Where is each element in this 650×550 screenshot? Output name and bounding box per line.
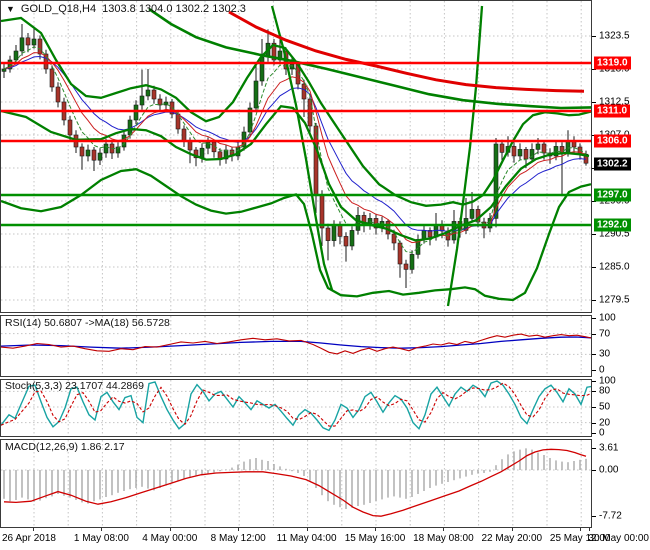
- axis-tick-mark: [592, 370, 596, 371]
- macd-tick-label: 3.61: [599, 442, 619, 454]
- time-tick-mark: [375, 528, 376, 531]
- time-tick-mark: [101, 528, 103, 531]
- rsi-tick-label: 30: [599, 348, 611, 360]
- time-tick-mark: [580, 528, 582, 531]
- axis-tick-mark: [592, 102, 596, 103]
- price-tick-label: 1279.5: [599, 294, 630, 306]
- date-tick-label: 11 May 04:00: [276, 533, 337, 544]
- axis-tick-mark: [592, 267, 596, 268]
- date-tick-label: 22 May 20:00: [481, 533, 543, 544]
- time-tick-mark: [169, 528, 171, 531]
- time-tick-mark: [589, 528, 590, 531]
- time-tick-mark: [33, 528, 34, 531]
- price-level-badge: 1311.0: [594, 104, 631, 118]
- price-level-badge: 1319.0: [594, 56, 631, 70]
- price-tick-label: 1323.5: [599, 30, 630, 42]
- stochastic-label: Stoch(5,3,3) 23.1707 44.2869: [5, 380, 144, 392]
- axis-tick-mark: [592, 433, 596, 434]
- price-axis: 1323.51318.01312.51307.01301.51296.01290…: [592, 0, 650, 550]
- macd-canvas[interactable]: [1, 440, 591, 527]
- axis-tick-mark: [592, 333, 596, 335]
- axis-tick-mark: [592, 422, 596, 424]
- rsi-tick-label: 70: [599, 328, 611, 340]
- axis-tick-mark: [592, 354, 596, 356]
- current-price-badge: 1302.2: [594, 157, 631, 171]
- main-chart-panel[interactable]: [0, 0, 592, 313]
- time-tick-mark: [511, 528, 513, 531]
- axis-tick-mark: [592, 381, 596, 382]
- symbol-dropdown-icon[interactable]: ▼: [6, 4, 15, 14]
- time-tick-mark: [306, 528, 308, 531]
- axis-tick-mark: [592, 516, 596, 518]
- symbol-label: GOLD_Q18,H4: [20, 3, 97, 15]
- date-tick-label: 30 May 00:00: [588, 533, 649, 544]
- price-tick-label: 1285.0: [599, 261, 630, 273]
- axis-tick-mark: [592, 470, 596, 471]
- axis-tick-mark: [592, 407, 596, 408]
- axis-tick-mark: [592, 234, 596, 235]
- main-chart-canvas[interactable]: [1, 1, 591, 312]
- axis-tick-mark: [592, 36, 596, 37]
- axis-tick-mark: [592, 318, 596, 319]
- price-level-badge: 1306.0: [594, 134, 631, 148]
- time-axis: 26 Apr 2018 1 May 08:00 4 May 00:00 8 May 1…: [0, 528, 650, 550]
- stoch-tick-label: 0: [599, 427, 605, 439]
- ohlc-values: 1303.8 1304.0 1302.2 1302.3: [102, 3, 246, 15]
- price-level-badge: 1297.0: [594, 188, 631, 202]
- axis-tick-mark: [592, 300, 596, 301]
- time-tick-mark: [238, 528, 240, 531]
- date-tick-label: 1 May 08:00: [73, 533, 129, 544]
- time-tick-mark: [443, 528, 445, 531]
- chart-title: ▼ GOLD_Q18,H4 1303.8 1304.0 1302.2 1302.…: [6, 3, 246, 15]
- macd-label: MACD(12,26,9) 1.86 2.17: [5, 441, 125, 453]
- stoch-tick-label: 100: [599, 375, 616, 387]
- macd-tick-label: 0.00: [599, 464, 619, 476]
- rsi-tick-label: 0: [599, 364, 605, 376]
- mt4-chart-window: ▼ GOLD_Q18,H4 1303.8 1304.0 1302.2 1302.…: [0, 0, 650, 550]
- date-tick-label: 4 May 00:00: [142, 533, 198, 544]
- axis-tick-mark: [592, 448, 596, 450]
- date-tick-label: 15 May 16:00: [344, 533, 406, 544]
- stoch-tick-label: 80: [599, 385, 611, 397]
- rsi-tick-label: 100: [599, 312, 616, 324]
- rsi-label: RSI(14) 50.6807 ->MA(18) 56.5728: [5, 317, 170, 329]
- date-tick-label: 26 Apr 2018: [2, 533, 56, 544]
- price-level-badge: 1292.0: [594, 218, 631, 232]
- stoch-tick-label: 50: [599, 401, 611, 413]
- axis-tick-mark: [592, 391, 596, 393]
- stoch-tick-label: 20: [599, 417, 611, 429]
- date-tick-label: 8 May 12:00: [210, 533, 266, 544]
- macd-tick-label: -7.72: [599, 510, 622, 522]
- date-tick-label: 18 May 08:00: [413, 533, 474, 544]
